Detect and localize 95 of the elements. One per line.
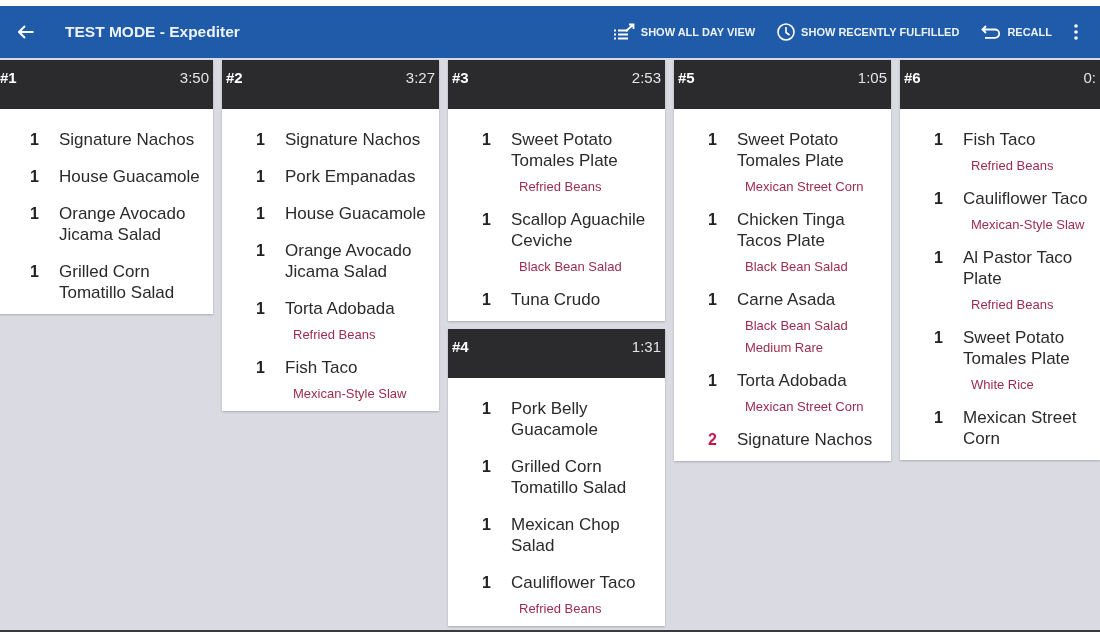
item-name: Torta Adobada (285, 298, 395, 319)
ticket-timer: 3:27 (405, 69, 435, 87)
item-name: Carne Asada (737, 289, 836, 310)
item-quantity: 1 (482, 457, 492, 477)
ticket-card[interactable]: #3 2:53 1 Sweet Potato Tomales Plate Refried Beans 1 Scallop Aguachile Ceviche Black Bean Salad 1 Tuna Crudo (448, 60, 665, 321)
item-quantity: 1 (482, 210, 492, 230)
item-modifier: Black Bean Salad (519, 260, 622, 273)
item-modifier: Refried Beans (519, 180, 602, 193)
ticket-timer: 2:53 (631, 69, 661, 87)
ticket-number: #4 (452, 338, 469, 356)
item-quantity: 1 (30, 167, 40, 187)
item-quantity: 1 (256, 241, 266, 261)
list-icon (612, 23, 635, 41)
item-quantity: 1 (482, 290, 492, 310)
item-modifier: Medium Rare (745, 341, 824, 354)
item-name: Orange Avocado Jicama Salad (285, 240, 413, 282)
item-name: Tuna Crudo (511, 289, 601, 310)
item-quantity: 1 (482, 399, 492, 419)
item-name: Pork Empanadas (285, 166, 416, 187)
item-quantity: 1 (934, 248, 944, 268)
item-name: Signature Nachos (59, 129, 195, 150)
item-modifier: Black Bean Salad (745, 319, 848, 332)
clock-icon (777, 23, 796, 41)
item-name: Chicken Tinga Tacos Plate (737, 209, 846, 251)
item-name: Torta Adobada (737, 370, 847, 391)
back-arrow-icon[interactable] (18, 25, 34, 39)
ticket-timer: 1:31 (631, 338, 661, 356)
item-quantity: 1 (934, 328, 944, 348)
ticket-card[interactable]: #6 0: 1 Fish Taco Refried Beans 1 Cauliflower Taco Mexican-Style Slaw 1 Al Pastor Taco Plate Refried Beans 1 Sweet Potato Tomales Plate White Rice 1 Mexican Street Corn (900, 60, 1100, 460)
ticket-timer: 3:50 (179, 69, 209, 87)
item-name: Cauliflower Taco (511, 572, 636, 593)
item-modifier: Mexican-Style Slaw (971, 218, 1085, 231)
item-name: Sweet Potato Tomales Plate (963, 327, 1071, 369)
item-quantity: 1 (256, 358, 266, 378)
item-name: Cauliflower Taco (963, 188, 1088, 209)
item-name: Signature Nachos (737, 429, 873, 450)
item-quantity: 1 (708, 371, 718, 391)
item-quantity: 2 (708, 430, 718, 450)
item-quantity: 1 (934, 189, 944, 209)
ticket-timer: 0: (1083, 69, 1096, 87)
item-modifier: White Rice (971, 378, 1034, 391)
ticket-number: #1 (0, 69, 17, 87)
item-quantity: 1 (482, 573, 492, 593)
item-name: Mexican Chop Salad (511, 514, 621, 556)
item-quantity: 1 (934, 130, 944, 150)
item-quantity: 1 (482, 515, 492, 535)
item-quantity: 1 (256, 299, 266, 319)
item-modifier: Refried Beans (519, 602, 602, 615)
ticket-card[interactable]: #4 1:31 1 Pork Belly Guacamole 1 Grilled Corn Tomatillo Salad 1 Mexican Chop Salad 1 Cauliflower Taco Refried Beans (448, 329, 665, 626)
ticket-timer: 1:05 (857, 69, 887, 87)
item-modifier: Mexican Street Corn (745, 180, 864, 193)
item-name: Scallop Aguachile Ceviche (511, 209, 647, 251)
ticket-card[interactable]: #5 1:05 1 Sweet Potato Tomales Plate Mexican Street Corn 1 Chicken Tinga Tacos Plate Black Bean Salad 1 Carne Asada Black Bean Salad Medium Rare 1 Torta Adobada Mexican Street Corn 2 Signature Nachos (674, 60, 891, 461)
item-quantity: 1 (30, 130, 40, 150)
item-quantity: 1 (30, 262, 40, 282)
item-quantity: 1 (708, 130, 718, 150)
recently-fulfilled-button[interactable]: SHOW RECENTLY FULFILLED (777, 23, 960, 41)
item-name: Grilled Corn Tomatillo Salad (511, 456, 628, 498)
item-modifier: Refried Beans (293, 328, 376, 341)
item-name: Sweet Potato Tomales Plate (511, 129, 619, 171)
item-name: Fish Taco (285, 357, 358, 378)
item-name: House Guacamole (285, 203, 426, 224)
ticket-card[interactable]: #2 3:27 1 Signature Nachos 1 Pork Empanadas 1 House Guacamole 1 Orange Avocado Jicama Salad 1 Torta Adobada Refried Beans 1 Fish Taco Mexican-Style Slaw (222, 60, 439, 411)
item-name: Pork Belly Guacamole (511, 398, 599, 440)
item-quantity: 1 (256, 204, 266, 224)
return-arrow-icon (981, 25, 1002, 39)
ticket-number: #6 (904, 69, 921, 87)
item-modifier: Mexican-Style Slaw (293, 387, 407, 400)
item-quantity: 1 (934, 408, 944, 428)
item-name: Fish Taco (963, 129, 1036, 150)
ticket-number: #2 (226, 69, 243, 87)
item-quantity: 1 (482, 130, 492, 150)
recall-button[interactable]: RECALL (981, 25, 1052, 39)
app-title: TEST MODE - Expediter (65, 23, 240, 41)
item-modifier: Refried Beans (971, 298, 1054, 311)
item-quantity: 1 (708, 290, 718, 310)
item-name: Orange Avocado Jicama Salad (59, 203, 187, 245)
ticket-number: #5 (678, 69, 695, 87)
item-quantity: 1 (30, 204, 40, 224)
item-quantity: 1 (256, 130, 266, 150)
ticket-number: #3 (452, 69, 469, 87)
item-name: Sweet Potato Tomales Plate (737, 129, 845, 171)
item-name: Grilled Corn Tomatillo Salad (59, 261, 176, 303)
item-modifier: Black Bean Salad (745, 260, 848, 273)
item-quantity: 1 (256, 167, 266, 187)
item-name: Signature Nachos (285, 129, 421, 150)
item-name: House Guacamole (59, 166, 200, 187)
ticket-card[interactable]: #1 3:50 1 Signature Nachos 1 House Guacamole 1 Orange Avocado Jicama Salad 1 Grilled Corn Tomatillo Salad (0, 60, 213, 314)
all-day-view-button[interactable]: SHOW ALL DAY VIEW (612, 23, 756, 41)
more-options-icon[interactable] (1074, 24, 1078, 40)
item-modifier: Mexican Street Corn (745, 400, 864, 413)
item-name: Mexican Street Corn (963, 407, 1078, 449)
item-modifier: Refried Beans (971, 159, 1054, 172)
item-name: Al Pastor Taco Plate (963, 247, 1074, 289)
item-quantity: 1 (708, 210, 718, 230)
